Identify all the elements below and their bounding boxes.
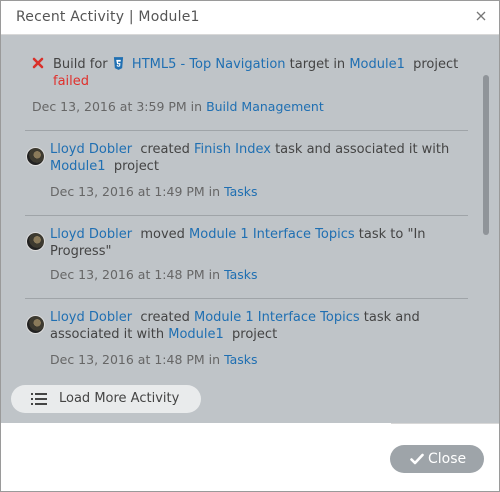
load-more-button[interactable]: Load More Activity [11, 385, 201, 413]
user-link[interactable]: Lloyd Dobler [50, 310, 132, 325]
activity-date: Dec 13, 2016 at 1:49 PM in [50, 184, 221, 199]
avatar [26, 232, 45, 251]
activity-action: moved [140, 227, 185, 242]
activity-meta: Dec 13, 2016 at 3:59 PM in Build Managem… [32, 99, 324, 114]
task-link[interactable]: Module 1 Interface Topics [194, 310, 360, 325]
category-link[interactable]: Tasks [224, 352, 258, 367]
activity-date: Dec 13, 2016 at 1:48 PM in [50, 352, 221, 367]
dialog-titlebar: Recent Activity | Module1 [1, 1, 499, 35]
activity-middle: target in [289, 57, 346, 72]
dialog-title: Recent Activity | Module1 [16, 9, 200, 25]
activity-meta: Dec 13, 2016 at 1:49 PM in Tasks [50, 184, 258, 199]
error-x-icon [32, 57, 44, 69]
html5-icon [113, 57, 123, 70]
activity-date: Dec 13, 2016 at 1:48 PM in [50, 267, 221, 282]
list-icon [31, 393, 47, 405]
avatar [26, 147, 45, 166]
activity-suffix: project [113, 159, 159, 174]
activity-meta: Dec 13, 2016 at 1:48 PM in Tasks [50, 352, 258, 367]
category-link[interactable]: Tasks [224, 267, 258, 282]
activity-text: Lloyd Dobler moved Module 1 Interface To… [50, 226, 430, 260]
activity-action: created [140, 142, 190, 157]
divider [391, 423, 499, 424]
activity-prefix: Build for [53, 57, 108, 72]
activity-text: Build for HTML5 - Top Navigation target … [53, 56, 463, 90]
activity-middle: task and associated it with [275, 142, 450, 157]
divider [25, 130, 468, 131]
recent-activity-dialog: Recent Activity | Module1 Build for HTML… [0, 0, 500, 492]
activity-action: created [140, 310, 190, 325]
status-failed: failed [53, 74, 90, 89]
category-link[interactable]: Tasks [224, 184, 258, 199]
build-target-link[interactable]: HTML5 - Top Navigation [132, 57, 286, 72]
activity-meta: Dec 13, 2016 at 1:48 PM in Tasks [50, 267, 258, 282]
activity-middle: task and [363, 310, 420, 325]
user-link[interactable]: Lloyd Dobler [50, 142, 132, 157]
activity-date: Dec 13, 2016 at 3:59 PM in [32, 99, 203, 114]
check-icon [410, 453, 424, 465]
scrollbar[interactable] [483, 75, 489, 235]
activity-text: Lloyd Dobler created Finish Index task a… [50, 141, 460, 175]
activity-text: Lloyd Dobler created Module 1 Interface … [50, 309, 460, 343]
load-more-label: Load More Activity [59, 391, 180, 406]
activity-list: Build for HTML5 - Top Navigation target … [1, 35, 499, 423]
divider [25, 215, 468, 216]
activity-middle-b: associated it with [50, 327, 165, 342]
project-link[interactable]: Module1 [349, 57, 405, 72]
user-link[interactable]: Lloyd Dobler [50, 227, 132, 242]
category-link[interactable]: Build Management [206, 99, 324, 114]
task-link[interactable]: Finish Index [194, 142, 271, 157]
task-link[interactable]: Module 1 Interface Topics [189, 227, 355, 242]
close-button[interactable]: Close [390, 445, 484, 473]
close-button-label: Close [428, 451, 467, 467]
activity-suffix: project [232, 327, 278, 342]
avatar [26, 315, 45, 334]
project-link[interactable]: Module1 [50, 159, 106, 174]
close-icon[interactable] [473, 8, 489, 24]
dialog-footer: Close [1, 423, 499, 491]
activity-suffix: project [413, 57, 459, 72]
project-link[interactable]: Module1 [168, 327, 224, 342]
divider [25, 298, 468, 299]
